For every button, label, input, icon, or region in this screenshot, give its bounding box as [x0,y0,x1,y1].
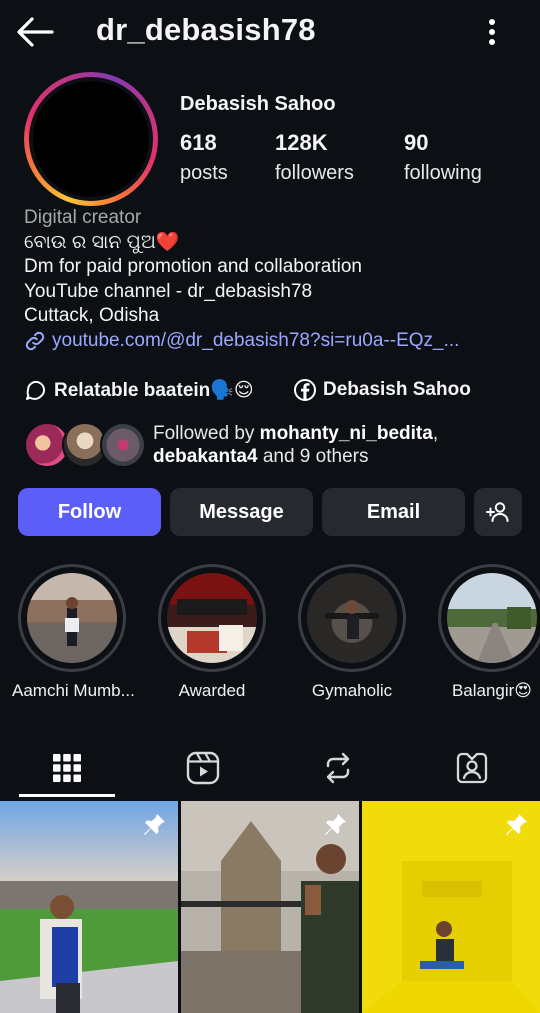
grid-icon [53,754,81,782]
pin-icon [325,814,346,835]
threads-handle: Relatable baatein🗣️😌 [54,380,254,401]
post-thumbnail[interactable] [362,801,540,1013]
separator: , [432,423,439,444]
mutual-followers-text: Followed by mohanty_ni_bedita, debakanta… [153,422,438,468]
mutual-username: mohanty_ni_bedita [259,423,433,444]
highlight-title: Aamchi Mumb... [12,681,135,700]
reposts-icon [326,752,350,784]
bio-line: ବୋଉ ର ସାନ ପୁଅ❤️ [24,231,180,253]
following-label: following [404,162,482,184]
followers-count[interactable]: 128K followers [275,130,354,185]
posts-grid [0,801,540,1013]
bio-line: YouTube channel - dr_debasish78 [24,280,313,302]
mutual-follower-avatar [100,422,146,468]
highlight-title: Gymaholic [311,681,393,700]
highlight-cover [167,573,257,663]
bio-line: Dm for paid promotion and collaboration [24,256,362,277]
more-vertical-icon[interactable] [478,14,506,50]
profile-full-name: Debasish Sahoo [180,93,336,115]
highlight-cover [447,573,537,663]
add-user-button[interactable] [474,488,522,536]
tagged-icon [456,752,488,784]
followers-label: followers [275,162,354,184]
highlight-title: Awarded [178,681,246,700]
posts-label: posts [180,162,228,184]
followed-by-prefix: Followed by [153,423,260,444]
tab-reels[interactable] [155,740,251,796]
bio-link[interactable]: youtube.com/@dr_debasish78?si=ru0a--EQz_… [24,329,524,354]
profile-avatar[interactable] [24,72,158,206]
bio-category: Digital creator [24,207,142,228]
follow-button[interactable]: Follow [18,488,161,536]
facebook-icon [294,379,316,401]
tab-reposts[interactable] [290,740,386,796]
highlight-gymaholic[interactable]: Gymaholic [292,564,412,701]
highlight-cover [307,573,397,663]
tab-posts-grid[interactable] [19,740,115,796]
post-thumbnail[interactable] [0,801,178,1013]
back-arrow-icon[interactable] [14,14,56,50]
top-bar: dr_debasish78 [0,0,540,64]
reels-icon [186,751,220,785]
highlight-title: Balangir😍 [451,681,533,700]
highlight-cover [27,573,117,663]
profile-bio: Digital creator ବୋଉ ର ସାନ ପୁଅ❤️ Dm for p… [24,206,524,353]
bio-line: Cuttack, Odisha [24,305,160,326]
threads-icon [26,381,45,400]
post-thumbnail[interactable] [181,801,359,1013]
add-user-icon [486,502,509,522]
highlight-awarded[interactable]: Awarded [152,564,272,701]
email-button[interactable]: Email [322,488,465,536]
posts-count[interactable]: 618 posts [180,130,228,185]
active-tab-indicator [19,794,115,797]
profile-username: dr_debasish78 [96,12,316,47]
pin-icon [144,814,165,835]
facebook-link[interactable]: Debasish Sahoo [293,378,471,402]
facebook-name: Debasish Sahoo [323,379,471,400]
mutual-username: debakanta4 [153,446,258,467]
mutual-followers[interactable]: Followed by mohanty_ni_bedita, debakanta… [24,420,534,470]
bio-link-text: youtube.com/@dr_debasish78?si=ru0a--EQz_… [52,329,460,351]
pin-icon [506,814,527,835]
message-button[interactable]: Message [170,488,313,536]
followed-by-suffix: and 9 others [257,446,369,467]
link-icon [25,331,45,350]
following-count[interactable]: 90 following [404,130,482,185]
posts-value: 618 [180,130,217,155]
highlight-aamchi-mumbai[interactable]: Aamchi Mumb... [12,564,135,701]
tab-tagged[interactable] [424,740,520,796]
highlight-balangir[interactable]: Balangir😍 [432,564,540,701]
threads-link[interactable]: Relatable baatein🗣️😌 [24,378,254,402]
followers-value: 128K [275,130,328,155]
following-value: 90 [404,130,429,155]
profile-tabs [0,740,540,800]
